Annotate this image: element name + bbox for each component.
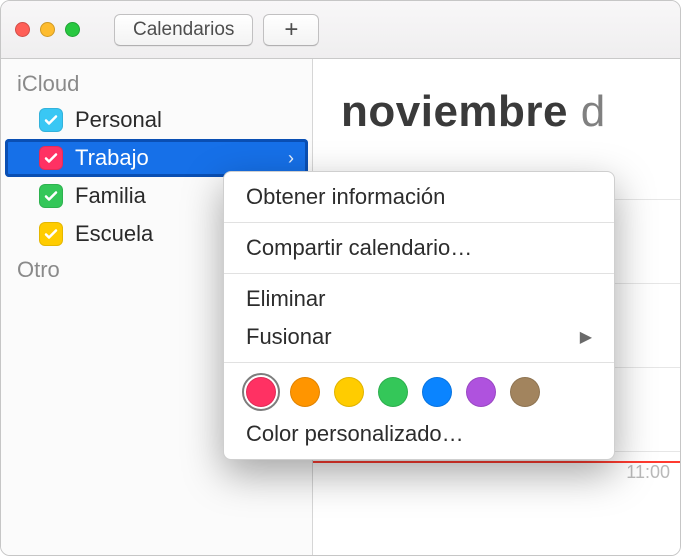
- current-time-indicator: [313, 461, 680, 463]
- menu-item[interactable]: Compartir calendario…: [224, 229, 614, 267]
- color-swatch[interactable]: [334, 377, 364, 407]
- calendar-visibility-checkbox[interactable]: [39, 108, 63, 132]
- color-swatch[interactable]: [378, 377, 408, 407]
- hour-label: 11:00: [626, 462, 670, 483]
- menu-item[interactable]: Fusionar ▶: [224, 318, 614, 356]
- color-swatch[interactable]: [246, 377, 276, 407]
- color-swatch[interactable]: [466, 377, 496, 407]
- color-swatch[interactable]: [422, 377, 452, 407]
- sidebar-calendar-label: Escuela: [75, 221, 153, 247]
- color-swatch[interactable]: [510, 377, 540, 407]
- menu-separator: [224, 273, 614, 274]
- menu-separator: [224, 222, 614, 223]
- add-event-button[interactable]: +: [263, 14, 319, 46]
- hour-row: 11:00: [313, 451, 680, 535]
- menu-item-label: Compartir calendario…: [246, 235, 472, 261]
- menu-item-label: Obtener información: [246, 184, 445, 210]
- month-title-bold: noviembre: [341, 87, 568, 136]
- menu-item[interactable]: Obtener información: [224, 178, 614, 216]
- plus-icon: +: [284, 16, 298, 44]
- color-swatch[interactable]: [290, 377, 320, 407]
- close-window-button[interactable]: [15, 22, 30, 37]
- sidebar-calendar-label: Personal: [75, 107, 162, 133]
- calendars-toggle-button[interactable]: Calendarios: [114, 14, 253, 46]
- menu-color-row: [224, 369, 614, 415]
- menu-item-label: Eliminar: [246, 286, 325, 312]
- sidebar-calendar-item[interactable]: Personal: [1, 101, 312, 139]
- window-controls: [15, 22, 80, 37]
- calendar-visibility-checkbox[interactable]: [39, 146, 63, 170]
- sidebar-calendar-label: Trabajo: [75, 145, 149, 171]
- menu-item-label: Color personalizado…: [246, 421, 464, 447]
- calendar-visibility-checkbox[interactable]: [39, 184, 63, 208]
- month-title: noviembre d: [313, 87, 680, 137]
- app-window: Calendarios + iCloud Personal Trabajo › Fami…: [0, 0, 681, 556]
- minimize-window-button[interactable]: [40, 22, 55, 37]
- sidebar-calendar-label: Familia: [75, 183, 146, 209]
- zoom-window-button[interactable]: [65, 22, 80, 37]
- menu-separator: [224, 362, 614, 363]
- calendar-context-menu: Obtener información Compartir calendario……: [223, 171, 615, 460]
- menu-item[interactable]: Eliminar: [224, 280, 614, 318]
- calendars-toggle-label: Calendarios: [133, 19, 234, 41]
- menu-item[interactable]: Color personalizado…: [224, 415, 614, 453]
- chevron-right-icon: ▶: [580, 327, 592, 347]
- menu-item-label: Fusionar: [246, 324, 332, 350]
- sidebar-section-header: iCloud: [1, 67, 312, 101]
- titlebar: Calendarios +: [1, 1, 680, 59]
- chevron-right-icon: ›: [288, 148, 294, 169]
- calendar-visibility-checkbox[interactable]: [39, 222, 63, 246]
- month-title-rest: d: [568, 87, 606, 136]
